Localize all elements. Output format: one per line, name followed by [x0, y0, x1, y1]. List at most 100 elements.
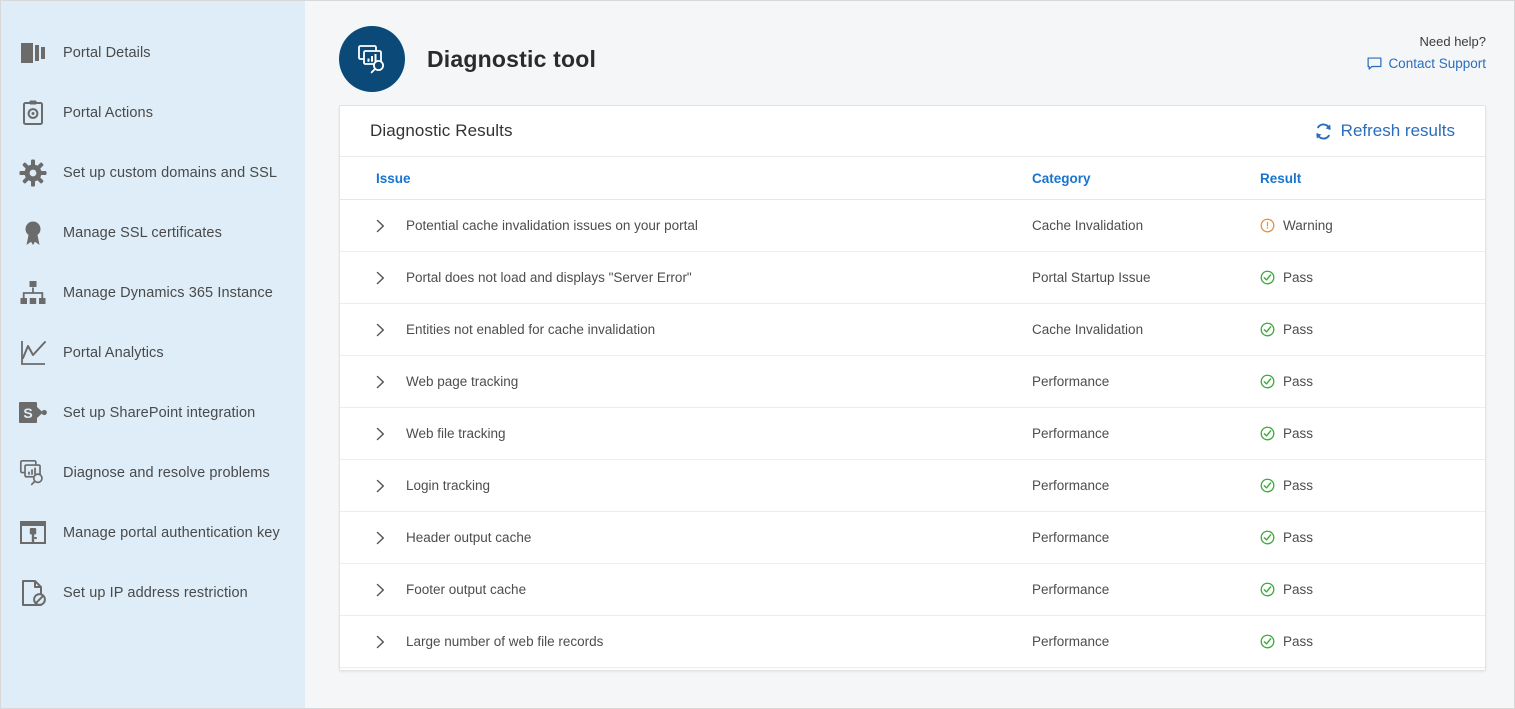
cell-result: Pass — [1260, 564, 1485, 616]
document-blocked-icon — [15, 575, 51, 611]
diagnostics-icon — [339, 26, 405, 92]
clipboard-gear-icon — [15, 95, 51, 131]
portal-details-icon — [15, 35, 51, 71]
page-title-group: Diagnostic tool — [339, 26, 596, 92]
result-label: Pass — [1283, 634, 1313, 649]
cell-issue: Header output cache — [340, 512, 1032, 564]
sidebar-item-label: Set up SharePoint integration — [63, 405, 255, 421]
auth-key-icon — [15, 515, 51, 551]
cell-category: Performance — [1032, 356, 1260, 408]
sidebar-item-portal-analytics[interactable]: Portal Analytics — [1, 323, 305, 383]
pass-check-icon — [1260, 374, 1275, 389]
table-row[interactable]: Web page tracking Performance Pass — [340, 356, 1485, 408]
sidebar-item-portal-details[interactable]: Portal Details — [1, 23, 305, 83]
cell-result: Pass — [1260, 460, 1485, 512]
cell-category: Cache Invalidation — [1032, 304, 1260, 356]
issue-label: Entities not enabled for cache invalidat… — [406, 322, 655, 337]
result-label: Pass — [1283, 478, 1313, 493]
issue-label: Footer output cache — [406, 582, 526, 597]
card-header: Diagnostic Results Refresh results — [340, 106, 1485, 156]
pass-check-icon — [1260, 634, 1275, 649]
column-header-issue[interactable]: Issue — [340, 157, 1032, 200]
cell-category: Performance — [1032, 512, 1260, 564]
need-help-label: Need help? — [1367, 34, 1486, 49]
cell-result: Pass — [1260, 616, 1485, 668]
cell-issue: Web page tracking — [340, 356, 1032, 408]
expand-row-chevron-right-icon[interactable] — [376, 271, 396, 285]
expand-row-chevron-right-icon[interactable] — [376, 635, 396, 649]
sidebar-item-portal-actions[interactable]: Portal Actions — [1, 83, 305, 143]
cell-result: Pass — [1260, 252, 1485, 304]
sidebar-item-set-up-sharepoint-integration[interactable]: S Set up SharePoint integration — [1, 383, 305, 443]
issue-label: Portal does not load and displays "Serve… — [406, 270, 692, 285]
cell-result: Pass — [1260, 408, 1485, 460]
pass-check-icon — [1260, 478, 1275, 493]
cell-issue: Entities not enabled for cache invalidat… — [340, 304, 1032, 356]
sidebar: Portal Details Portal Actions Set up cus… — [1, 1, 305, 708]
expand-row-chevron-right-icon[interactable] — [376, 219, 396, 233]
issue-label: Potential cache invalidation issues on y… — [406, 218, 698, 233]
expand-row-chevron-right-icon[interactable] — [376, 583, 396, 597]
expand-row-chevron-right-icon[interactable] — [376, 531, 396, 545]
pass-check-icon — [1260, 530, 1275, 545]
sidebar-item-label: Portal Details — [63, 45, 151, 61]
sidebar-item-manage-dynamics-365-instance[interactable]: Manage Dynamics 365 Instance — [1, 263, 305, 323]
sidebar-item-manage-ssl-certificates[interactable]: Manage SSL certificates — [1, 203, 305, 263]
table-row[interactable]: Login tracking Performance Pass — [340, 460, 1485, 512]
cell-category: Portal Startup Issue — [1032, 252, 1260, 304]
table-row[interactable]: Footer output cache Performance Pass — [340, 564, 1485, 616]
cell-issue: Footer output cache — [340, 564, 1032, 616]
refresh-results-button[interactable]: Refresh results — [1313, 121, 1455, 142]
hierarchy-icon — [15, 275, 51, 311]
cell-result: Pass — [1260, 356, 1485, 408]
cell-issue: Potential cache invalidation issues on y… — [340, 200, 1032, 252]
certificate-ribbon-icon — [15, 215, 51, 251]
cell-result: Warning — [1260, 200, 1485, 252]
result-label: Pass — [1283, 270, 1313, 285]
cell-issue: Portal does not load and displays "Serve… — [340, 252, 1032, 304]
table-row[interactable]: Potential cache invalidation issues on y… — [340, 200, 1485, 252]
refresh-results-label: Refresh results — [1341, 121, 1455, 141]
expand-row-chevron-right-icon[interactable] — [376, 427, 396, 441]
result-label: Pass — [1283, 582, 1313, 597]
sidebar-item-diagnose-and-resolve-problems[interactable]: Diagnose and resolve problems — [1, 443, 305, 503]
sidebar-item-manage-portal-authentication-key[interactable]: Manage portal authentication key — [1, 503, 305, 563]
result-label: Pass — [1283, 426, 1313, 441]
expand-row-chevron-right-icon[interactable] — [376, 323, 396, 337]
column-header-category[interactable]: Category — [1032, 157, 1260, 200]
pass-check-icon — [1260, 270, 1275, 285]
table-row[interactable]: Large number of web file records Perform… — [340, 616, 1485, 668]
table-row[interactable]: Portal does not load and displays "Serve… — [340, 252, 1485, 304]
table-row[interactable]: Web file tracking Performance Pass — [340, 408, 1485, 460]
cell-issue: Web file tracking — [340, 408, 1032, 460]
expand-row-chevron-right-icon[interactable] — [376, 479, 396, 493]
issue-label: Header output cache — [406, 530, 531, 545]
sidebar-item-label: Set up IP address restriction — [63, 585, 248, 601]
result-label: Pass — [1283, 322, 1313, 337]
sharepoint-icon: S — [15, 395, 51, 431]
sidebar-item-set-up-ip-address-restriction[interactable]: Set up IP address restriction — [1, 563, 305, 623]
table-head: Issue Category Result — [340, 157, 1485, 200]
sidebar-item-label: Set up custom domains and SSL — [63, 165, 277, 181]
diagnostic-tool-page: Portal Details Portal Actions Set up cus… — [0, 0, 1515, 709]
result-label: Pass — [1283, 374, 1313, 389]
column-header-result[interactable]: Result — [1260, 157, 1485, 200]
result-label: Warning — [1283, 218, 1333, 233]
result-label: Pass — [1283, 530, 1313, 545]
table-row[interactable]: Header output cache Performance Pass — [340, 512, 1485, 564]
issue-label: Web page tracking — [406, 374, 518, 389]
table-body: Potential cache invalidation issues on y… — [340, 200, 1485, 668]
cell-category: Performance — [1032, 408, 1260, 460]
svg-text:S: S — [23, 405, 32, 421]
sidebar-item-label: Portal Actions — [63, 105, 153, 121]
sidebar-item-label: Manage SSL certificates — [63, 225, 222, 241]
table-row[interactable]: Entities not enabled for cache invalidat… — [340, 304, 1485, 356]
sidebar-item-label: Diagnose and resolve problems — [63, 465, 270, 481]
diagnostic-results-card: Diagnostic Results Refresh results — [339, 105, 1486, 671]
contact-support-link[interactable]: Contact Support — [1367, 56, 1486, 71]
card-title: Diagnostic Results — [370, 121, 513, 141]
expand-row-chevron-right-icon[interactable] — [376, 375, 396, 389]
main-content: Diagnostic tool Need help? Contact Suppo… — [305, 1, 1514, 708]
diagnostics-icon — [15, 455, 51, 491]
sidebar-item-set-up-custom-domains-and-ssl[interactable]: Set up custom domains and SSL — [1, 143, 305, 203]
